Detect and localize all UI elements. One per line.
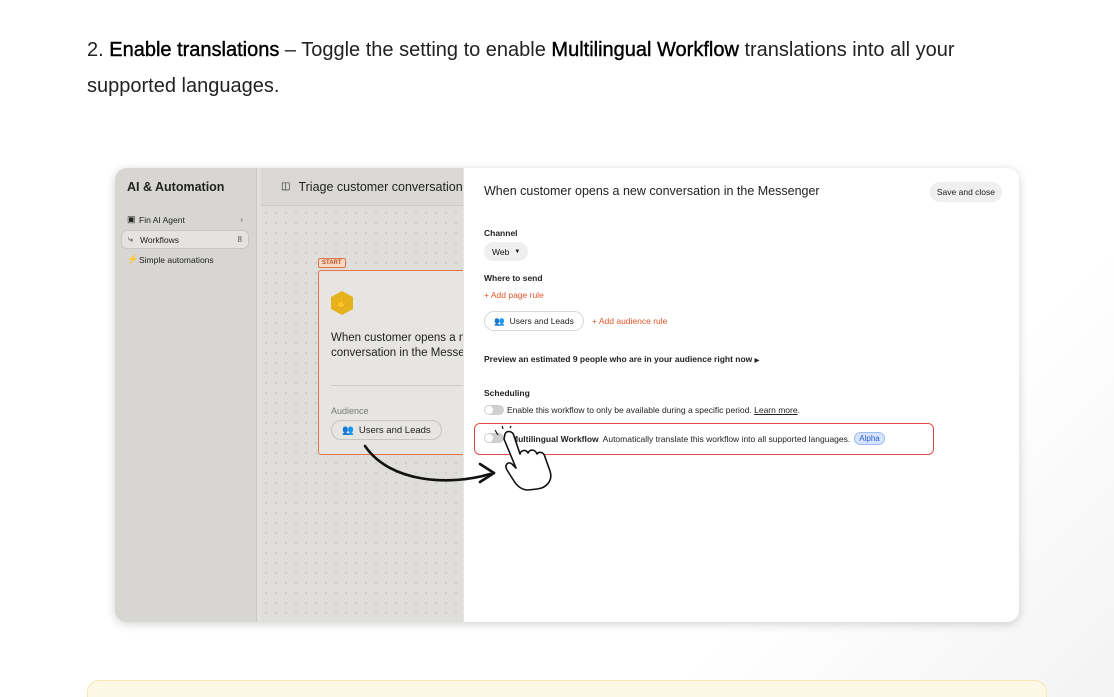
caret-right-icon: ▶	[754, 358, 760, 364]
sidebar-item-fin-ai-agent[interactable]: ▣ Fin AI Agent ›	[121, 210, 249, 229]
intro-bold-multilingual: Multilingual Workflow	[551, 39, 739, 61]
workflow-icon: ⤷	[128, 234, 134, 244]
scheduling-text: Enable this workflow to only be availabl…	[507, 405, 800, 415]
caret-down-icon: ▼	[514, 248, 521, 255]
sidebar-item-workflows[interactable]: ⤷ Workflows 8	[121, 230, 249, 249]
audience-preview[interactable]: Preview an estimated 9 people who are in…	[484, 354, 759, 364]
fin-icon: ▣	[127, 214, 136, 224]
bolt-icon: ⚡	[127, 254, 139, 264]
multilingual-description: Automatically translate this workflow in…	[602, 433, 851, 444]
hand-wave-icon: ✋	[331, 291, 353, 315]
scheduling-toggle[interactable]	[484, 405, 504, 415]
channel-label: Channel	[484, 228, 518, 238]
preview-text: Preview an estimated 9 people who are in…	[484, 354, 753, 364]
multilingual-text: Multilingual Workflow Automatically tran…	[511, 432, 885, 445]
step-number: 2.	[87, 39, 104, 61]
note-callout	[87, 680, 1047, 697]
channel-dropdown[interactable]: Web ▼	[484, 242, 529, 261]
panel-title: When customer opens a new conversation i…	[484, 184, 820, 198]
scheduling-description: Enable this workflow to only be availabl…	[507, 405, 752, 415]
scheduling-label: Scheduling	[484, 388, 530, 398]
intro-bold-enable: Enable translations	[109, 39, 280, 61]
audience-value: Users and Leads	[358, 424, 431, 436]
add-page-rule-link[interactable]: + Add page rule	[484, 290, 544, 300]
users-leads-button[interactable]: 👥 Users and Leads	[484, 311, 584, 331]
intro-text-1: – Toggle the setting to enable	[279, 39, 552, 61]
channel-value: Web	[492, 246, 510, 257]
add-audience-rule-link[interactable]: + Add audience rule	[592, 316, 667, 326]
workflows-count: 8	[237, 235, 242, 244]
save-and-close-button[interactable]: Save and close	[929, 182, 1002, 202]
where-to-send-label: Where to send	[484, 273, 543, 283]
users-icon: 👥	[494, 315, 505, 326]
sidebar-item-simple-automations[interactable]: ⚡ Simple automations	[121, 250, 249, 269]
chevron-right-icon: ›	[240, 215, 243, 224]
panel-toggle-icon[interactable]: ◫	[281, 181, 290, 192]
workflow-title: Triage customer conversations	[298, 179, 469, 194]
users-icon: 👥	[342, 424, 354, 436]
sidebar-item-label: Workflows	[140, 234, 180, 245]
trigger-settings-panel: When customer opens a new conversation i…	[463, 168, 1019, 622]
sidebar-item-label: Fin AI Agent	[139, 214, 185, 225]
intro-paragraph: 2. Enable translations – Toggle the sett…	[87, 32, 1047, 104]
sidebar: AI & Automation ▣ Fin AI Agent › ⤷ Workf…	[115, 168, 257, 622]
pointing-hand-icon	[495, 426, 552, 491]
audience-pill[interactable]: 👥 Users and Leads	[331, 420, 442, 440]
start-tag: START	[318, 258, 346, 268]
product-screenshot: AI & Automation ▣ Fin AI Agent › ⤷ Workf…	[115, 168, 1019, 622]
curved-arrow-icon	[363, 444, 496, 484]
learn-more-link[interactable]: Learn more	[754, 405, 797, 415]
alpha-badge: Alpha	[854, 432, 885, 445]
sidebar-item-label: Simple automations	[139, 254, 214, 265]
users-leads-label: Users and Leads	[509, 316, 574, 326]
audience-label: Audience	[331, 406, 369, 416]
sidebar-title: AI & Automation	[127, 180, 225, 194]
